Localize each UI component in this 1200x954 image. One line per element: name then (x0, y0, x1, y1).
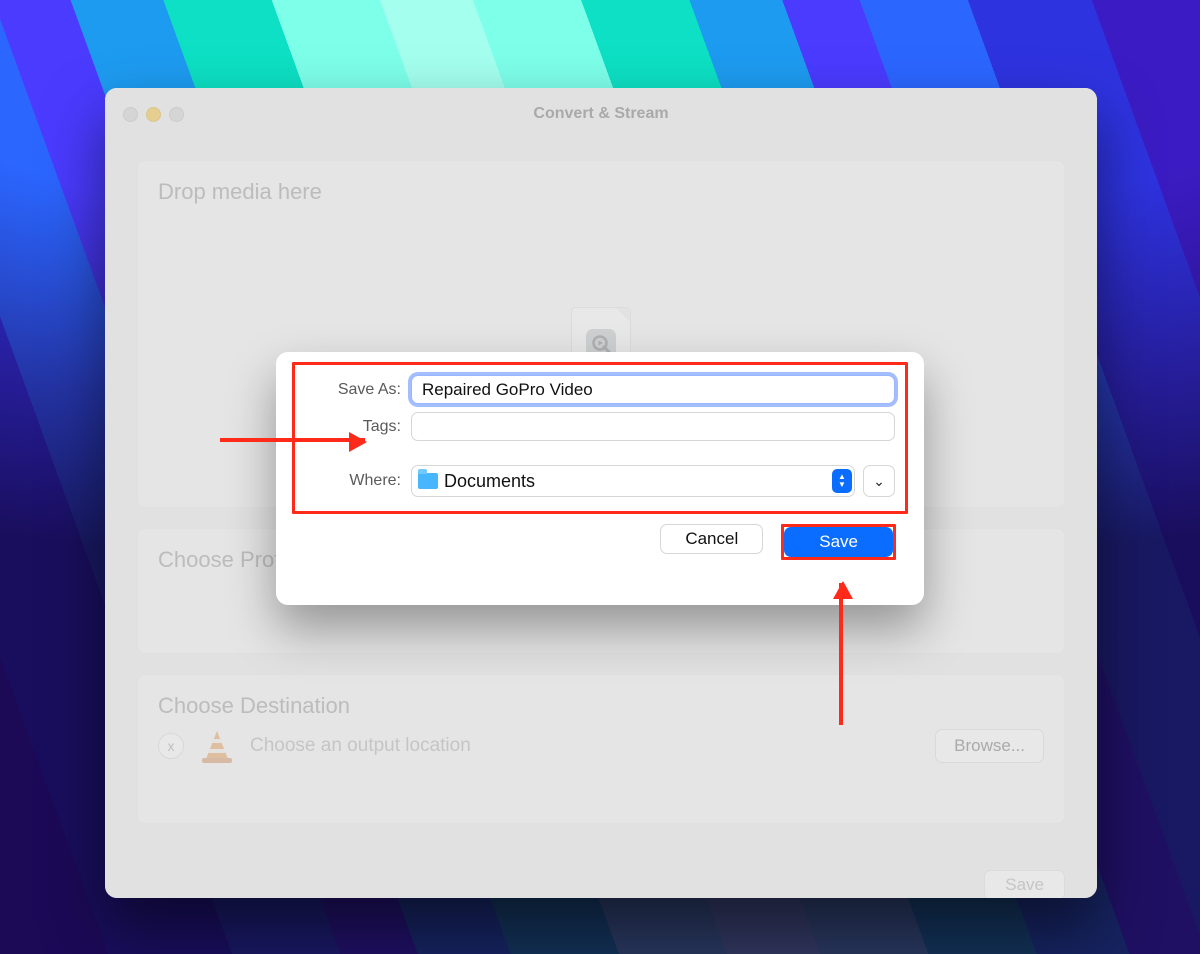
folder-icon (418, 473, 438, 489)
save-as-label: Save As: (305, 381, 411, 399)
chevron-down-icon: ⌄ (873, 473, 885, 490)
window-title: Convert & Stream (105, 105, 1097, 123)
tags-input[interactable] (411, 412, 895, 441)
footer-save-area: Save (984, 870, 1065, 898)
save-dialog: Save As: Tags: Where: (276, 352, 924, 605)
save-as-row: Save As: (305, 375, 895, 404)
choose-destination-panel: Choose Destination x Choose an output lo… (137, 674, 1065, 824)
tags-row: Tags: (305, 412, 895, 441)
where-value: Documents (444, 471, 826, 492)
clear-destination-button[interactable]: x (158, 733, 184, 759)
expand-dialog-button[interactable]: ⌄ (863, 465, 895, 497)
updown-stepper-icon: ▲▼ (832, 469, 852, 493)
drop-media-heading: Drop media here (158, 179, 1044, 205)
save-button[interactable]: Save (784, 527, 893, 557)
save-as-input[interactable] (411, 375, 895, 404)
cancel-button[interactable]: Cancel (660, 524, 763, 554)
choose-destination-heading: Choose Destination (158, 693, 1044, 719)
annotation-save-highlight: Save (781, 524, 896, 560)
footer-save-button[interactable]: Save (984, 870, 1065, 898)
browse-button[interactable]: Browse... (935, 729, 1044, 763)
tags-label: Tags: (305, 418, 411, 436)
destination-placeholder: Choose an output location (250, 735, 917, 757)
annotation-form-highlight: Save As: Tags: Where: (292, 362, 908, 514)
window-titlebar: Convert & Stream (105, 88, 1097, 140)
dialog-actions: Cancel Save (298, 524, 902, 560)
where-dropdown[interactable]: Documents ▲▼ (411, 465, 855, 497)
vlc-cone-icon (202, 729, 232, 763)
desktop-background: Convert & Stream Drop media here (0, 0, 1200, 954)
where-label: Where: (305, 472, 411, 490)
where-row: Where: Documents ▲▼ ⌄ (305, 465, 895, 497)
